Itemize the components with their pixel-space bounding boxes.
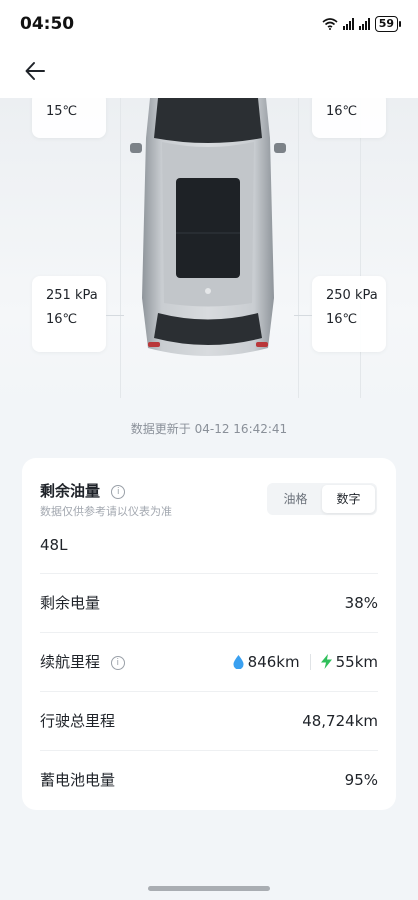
range-label: 续航里程 [40,653,101,671]
lane-line [298,98,299,398]
tire-card-rear-right: 250 kPa 16℃ [312,276,386,352]
tire-temp: 16℃ [326,312,358,327]
update-time: 数据更新于 04-12 16:42:41 [130,422,288,436]
row-value: 48,724km [302,711,378,730]
tire-temp: 16℃ [326,104,358,119]
wifi-icon [322,18,338,30]
range-values: 846km 55km [233,653,378,671]
battery-icon: 59 [374,16,402,32]
status-bar: 04:50 59 [0,0,418,48]
fuel-range-value: 846km [247,652,300,671]
row-range: 续航里程 i 846km 55km [40,632,378,690]
row-12v-battery: 蓄电池电量 95% [40,750,378,808]
tire-card-front-left: 15℃ [32,98,106,138]
row-battery-level: 剩余电量 38% [40,573,378,631]
row-label: 行驶总里程 [40,712,116,730]
fuel-title: 剩余油量 i [40,480,126,501]
tire-card-front-right: 16℃ [312,98,386,138]
divider [309,653,311,670]
electric-range-value: 55km [335,652,378,671]
fuel-display-toggle: 油格 数字 [267,483,377,515]
signal-icon [358,18,370,30]
vehicle-info-card: 剩余油量 i 数据仅供参考请以仪表为准 油格 数字 48L 剩余电量 38% 续… [22,458,396,810]
nav-bar [0,48,418,98]
tire-connector-line [294,315,312,316]
row-label: 剩余电量 [40,594,101,612]
electric-range: 55km [320,652,378,671]
fuel-note: 数据仅供参考请以仪表为准 [40,505,172,518]
status-time: 04:50 [20,14,75,34]
tire-pressure: 250 kPa [326,288,378,303]
signal-icon [342,18,354,30]
tire-temp: 16℃ [46,312,78,327]
tire-pressure: 251 kPa [46,288,98,303]
row-value: 38% [344,593,378,612]
info-circle-icon[interactable]: i [110,655,125,670]
row-value: 95% [344,770,378,789]
fuel-range: 846km [233,653,300,671]
fuel-value: 48L [40,536,68,554]
row-label: 续航里程 i [40,651,125,672]
toggle-numeric[interactable]: 数字 [322,485,375,513]
vehicle-visual-area: 15℃ 16℃ 251 kPa 16℃ 250 kPa 16℃ [0,98,418,408]
info-circle-icon[interactable]: i [111,484,126,499]
back-button[interactable] [20,56,50,86]
tire-connector-line [106,315,124,316]
arrow-left-icon [25,62,45,80]
home-indicator[interactable] [148,886,270,891]
status-icons: 59 [322,16,402,32]
lightning-bolt-icon [320,654,332,669]
toggle-fuel-gauge[interactable]: 油格 [269,485,322,513]
lane-line [360,98,361,398]
lane-line [120,98,121,398]
row-odometer: 行驶总里程 48,724km [40,691,378,749]
tire-card-rear-left: 251 kPa 16℃ [32,276,106,352]
car-top-view-image [130,98,286,356]
fuel-title-label: 剩余油量 [40,482,101,500]
fuel-drop-icon [233,654,244,669]
tire-temp: 15℃ [46,104,78,119]
row-label: 蓄电池电量 [40,771,116,789]
